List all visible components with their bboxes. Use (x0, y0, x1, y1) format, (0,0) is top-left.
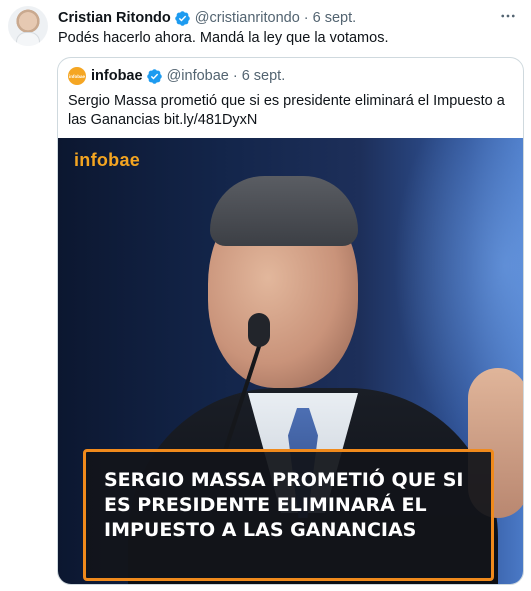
image-caption-box: SERGIO MASSA PROMETIÓ QUE SI ES PRESIDEN… (83, 449, 494, 581)
tweet-header: Cristian Ritondo @cristianritondo · 6 se… (58, 8, 356, 28)
quoted-author-avatar[interactable]: infobae (68, 67, 86, 85)
separator-dot: · (232, 68, 238, 84)
author-avatar[interactable] (8, 6, 48, 46)
tweet[interactable]: Cristian Ritondo @cristianritondo · 6 se… (0, 0, 531, 591)
quoted-tweet-header: infobae infobae @infobae · 6 sept. (68, 66, 285, 86)
author-name[interactable]: Cristian Ritondo (58, 10, 171, 26)
separator-dot: · (303, 10, 309, 26)
tweet-text: Podés hacerlo ahora. Mandá la ley que la… (58, 30, 389, 46)
quoted-tweet-image[interactable]: infobae SERGIO MASSA PROMETIÓ QUE SI ES … (58, 138, 523, 584)
quoted-author-handle[interactable]: @infobae (167, 68, 229, 84)
infobae-watermark: infobae (74, 150, 141, 170)
more-horizontal-icon (501, 14, 515, 18)
verified-badge-icon (146, 68, 162, 84)
speaker-hair (210, 176, 358, 246)
author-handle[interactable]: @cristianritondo (195, 10, 300, 26)
quoted-author-name[interactable]: infobae (91, 68, 143, 84)
quoted-tweet-text: Sergio Massa prometió que si es presiden… (68, 93, 505, 128)
quoted-avatar-logo-text: infobae (68, 73, 85, 79)
more-options-button[interactable] (496, 6, 520, 26)
quoted-tweet-date[interactable]: 6 sept. (242, 68, 286, 84)
verified-badge-icon (175, 10, 190, 26)
tweet-date[interactable]: 6 sept. (313, 10, 357, 26)
image-caption: SERGIO MASSA PROMETIÓ QUE SI ES PRESIDEN… (104, 469, 464, 541)
microphone-icon (248, 313, 270, 347)
quoted-tweet[interactable]: infobae infobae @infobae · 6 sept. Sergi… (57, 57, 524, 585)
